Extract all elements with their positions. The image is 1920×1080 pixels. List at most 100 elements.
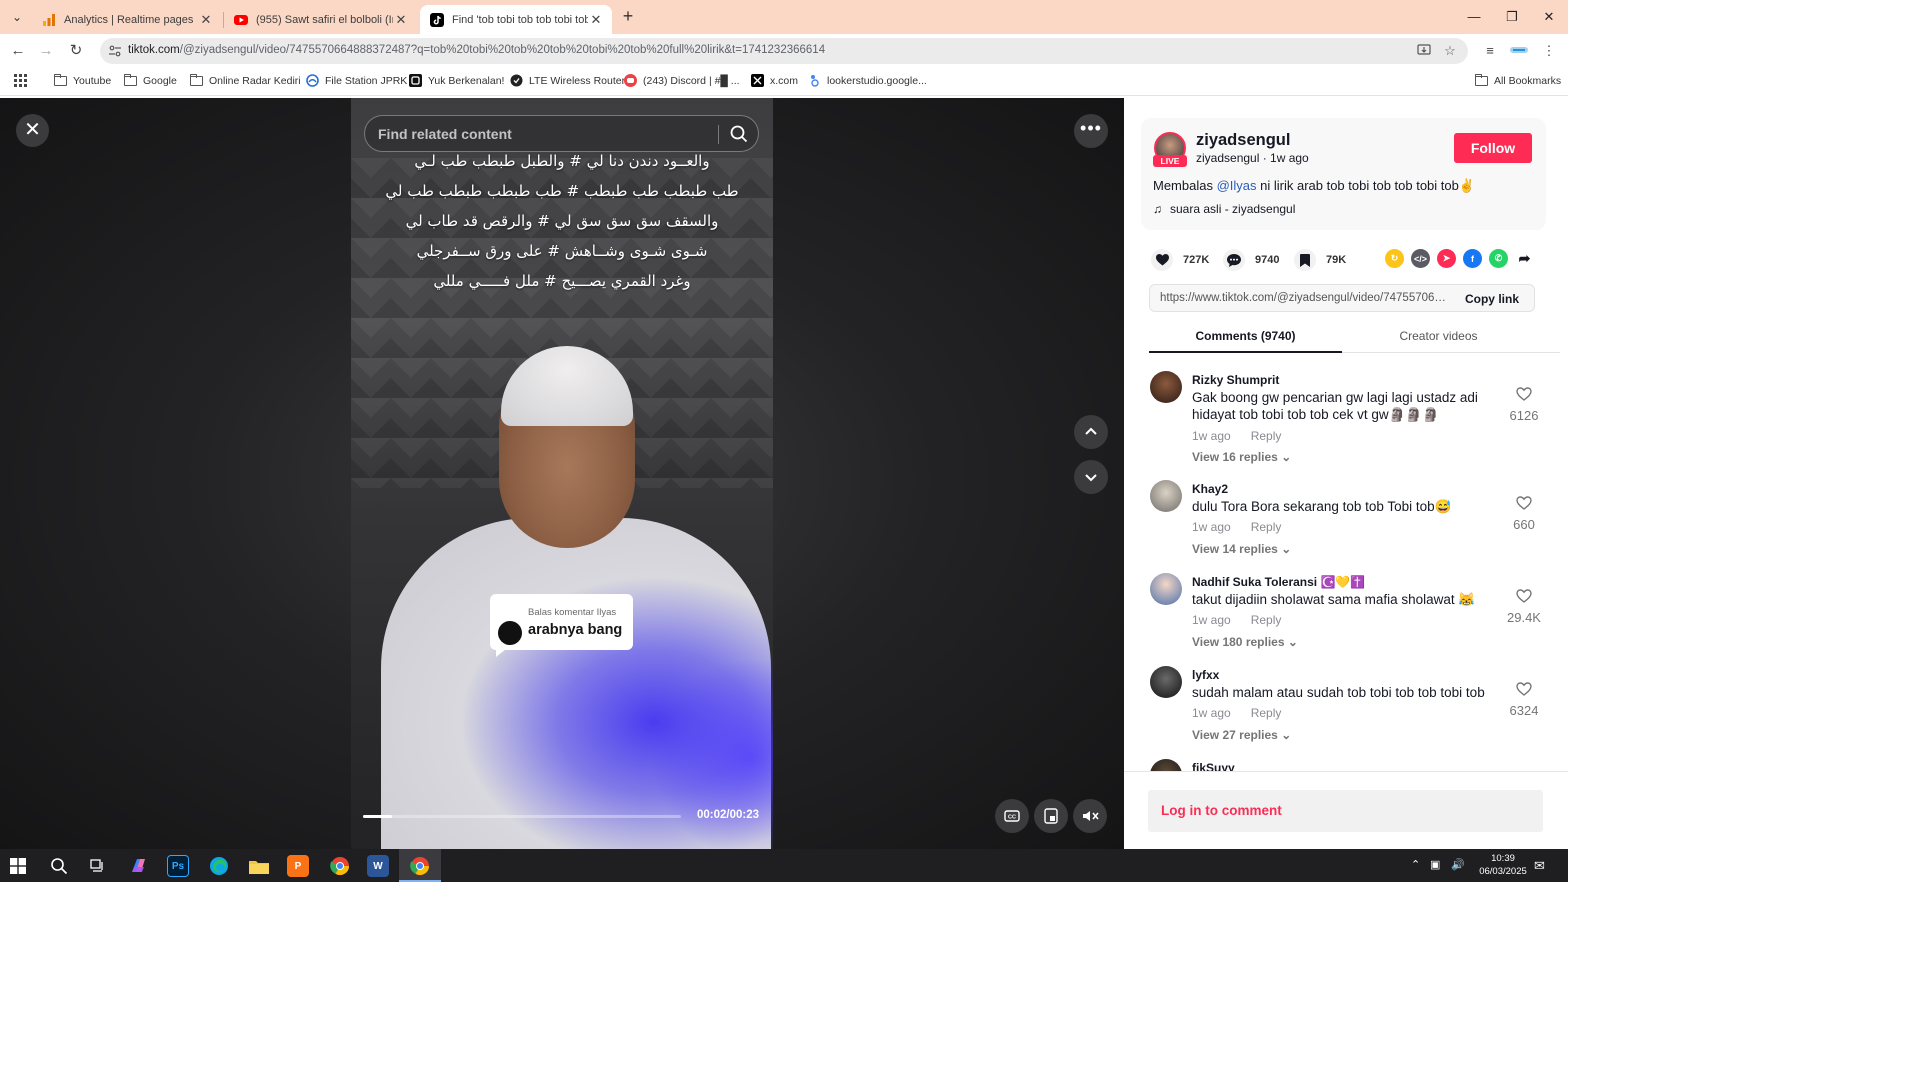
apps-grid-icon[interactable]	[14, 74, 27, 87]
commenter-avatar[interactable]	[1150, 480, 1182, 512]
window-close-button[interactable]: ✕	[1530, 6, 1568, 28]
bookmark-google[interactable]: Google	[124, 73, 177, 87]
view-replies-button[interactable]: View 180 replies ⌄	[1192, 635, 1298, 649]
photoshop-icon[interactable]: Ps	[167, 855, 189, 877]
more-options-button[interactable]: •••	[1074, 114, 1108, 148]
new-tab-button[interactable]: +	[618, 7, 638, 27]
view-replies-label: View 16 replies	[1192, 450, 1278, 464]
tab-creator-videos[interactable]: Creator videos	[1342, 329, 1535, 343]
captions-button[interactable]: CC	[995, 799, 1029, 833]
tray-chevron-up-icon[interactable]: ⌃	[1411, 858, 1420, 871]
comment-button[interactable]: 9740	[1223, 249, 1279, 271]
minimize-button[interactable]: —	[1455, 6, 1493, 28]
commenter-name[interactable]: fikSuyy	[1192, 761, 1235, 771]
chrome-icon[interactable]	[327, 853, 353, 879]
share-arrow-icon[interactable]: ➦	[1515, 249, 1534, 268]
commenter-avatar[interactable]	[1150, 573, 1182, 605]
profile-icon[interactable]	[1510, 42, 1528, 60]
chrome-menu-icon[interactable]: ⋮	[1540, 42, 1558, 60]
commenter-name[interactable]: lyfxx	[1192, 668, 1219, 682]
next-video-button[interactable]	[1074, 460, 1108, 494]
bookmark-lookerstudio[interactable]: lookerstudio.google...	[808, 74, 927, 87]
music-link[interactable]: ♫ suara asli - ziyadsengul	[1153, 202, 1295, 216]
search-icon[interactable]	[729, 124, 749, 144]
ppt-icon[interactable]: P	[287, 855, 309, 877]
file-explorer-icon[interactable]	[246, 853, 272, 879]
reply-button[interactable]: Reply	[1251, 429, 1282, 443]
word-icon[interactable]: W	[367, 855, 389, 877]
bookmark-discord[interactable]: (243) Discord | #█ ...	[624, 74, 740, 87]
copy-link-button[interactable]: Copy link	[1465, 292, 1519, 306]
reply-button[interactable]: Reply	[1251, 613, 1282, 627]
view-replies-button[interactable]: View 16 replies ⌄	[1192, 450, 1291, 464]
view-replies-button[interactable]: View 14 replies ⌄	[1192, 542, 1291, 556]
tab-youtube[interactable]: (955) Sawt safiri el bolboli (Insh ✕	[224, 5, 417, 34]
close-tab-icon[interactable]: ✕	[198, 12, 214, 28]
reply-button[interactable]: Reply	[1251, 520, 1282, 534]
network-icon[interactable]: ▣	[1430, 858, 1440, 871]
comment-item: Rizky Shumprit Gak boong gw pencarian gw…	[1124, 363, 1568, 472]
notifications-icon[interactable]: ✉	[1534, 858, 1545, 874]
comment-like-button[interactable]: 660	[1504, 496, 1544, 532]
author-username[interactable]: ziyadsengul	[1196, 131, 1290, 150]
tab-tiktok[interactable]: Find 'tob tobi tob tob tobi tob ✕	[420, 5, 612, 34]
caption-mention-link[interactable]: @Ilyas	[1217, 178, 1257, 193]
view-replies-button[interactable]: View 27 replies ⌄	[1192, 728, 1291, 742]
whatsapp-icon[interactable]: ✆	[1489, 249, 1508, 268]
address-bar[interactable]: tiktok.com/@ziyadsengul/video/7475570664…	[100, 38, 1468, 64]
commenter-name[interactable]: Khay2	[1192, 482, 1228, 496]
comment-like-button[interactable]: 6126	[1504, 387, 1544, 423]
bookmark-youtube[interactable]: Youtube	[54, 73, 111, 87]
bookmark-lte-router[interactable]: LTE Wireless Router	[510, 74, 625, 87]
favorite-button[interactable]: 79K	[1294, 249, 1346, 271]
forward-button[interactable]: →	[36, 41, 56, 61]
all-bookmarks-button[interactable]: All Bookmarks	[1475, 73, 1561, 87]
chrome-active-icon[interactable]	[407, 853, 433, 879]
tab-comments[interactable]: Comments (9740)	[1149, 329, 1342, 343]
commenter-name[interactable]: Nadhif Suka Toleransi ☪️💛✝️	[1192, 575, 1365, 589]
install-app-icon[interactable]	[1416, 43, 1432, 59]
reply-button[interactable]: Reply	[1251, 706, 1282, 720]
restore-button[interactable]: ❐	[1493, 6, 1531, 28]
bookmark-file-station[interactable]: File Station JPRK	[306, 74, 407, 87]
site-info-icon[interactable]	[108, 44, 122, 58]
task-view-icon[interactable]	[85, 853, 111, 879]
facebook-icon[interactable]: f	[1463, 249, 1482, 268]
back-button[interactable]: ←	[8, 41, 28, 61]
commenter-avatar[interactable]	[1150, 371, 1182, 403]
media-control-icon[interactable]: ≡	[1481, 42, 1499, 60]
mute-button[interactable]	[1073, 799, 1107, 833]
previous-video-button[interactable]	[1074, 415, 1108, 449]
system-clock[interactable]: 10:39 06/03/2025	[1470, 852, 1536, 878]
reload-button[interactable]: ↻	[66, 41, 86, 61]
floating-player-button[interactable]	[1034, 799, 1068, 833]
tab-search-dropdown[interactable]: ⌄	[6, 6, 28, 28]
copilot-icon[interactable]	[126, 853, 152, 879]
edge-icon[interactable]	[206, 853, 232, 879]
commenter-avatar[interactable]	[1150, 666, 1182, 698]
volume-icon[interactable]: 🔊	[1451, 858, 1465, 871]
send-to-friends-icon[interactable]: ➤	[1437, 249, 1456, 268]
commenter-name[interactable]: Rizky Shumprit	[1192, 373, 1279, 387]
bookmark-online-radar[interactable]: Online Radar Kediri	[190, 73, 301, 87]
comment-like-button[interactable]: 6324	[1504, 682, 1544, 718]
comment-like-button[interactable]: 29.4K	[1504, 589, 1544, 625]
bookmark-star-icon[interactable]: ☆	[1442, 43, 1458, 59]
follow-button[interactable]: Follow	[1454, 133, 1532, 163]
close-video-button[interactable]: ✕	[16, 114, 49, 147]
like-button[interactable]: 727K	[1151, 249, 1209, 271]
reply-avatar	[498, 621, 522, 645]
close-tab-icon[interactable]: ✕	[588, 12, 604, 28]
start-icon[interactable]	[5, 853, 31, 879]
video-progress-bar[interactable]	[363, 815, 681, 818]
login-to-comment-button[interactable]: Log in to comment	[1148, 790, 1543, 832]
repost-icon[interactable]: ↻	[1385, 249, 1404, 268]
close-tab-icon[interactable]: ✕	[393, 12, 409, 28]
video-player[interactable]: Find related content والعــود دندن دنا ل…	[351, 98, 773, 849]
bookmark-yuk-berkenalan[interactable]: Yuk Berkenalan!	[409, 74, 504, 87]
tab-analytics[interactable]: Analytics | Realtime pages ✕	[32, 5, 222, 34]
bookmark-x[interactable]: x.com	[751, 74, 798, 87]
search-icon[interactable]	[46, 853, 72, 879]
commenter-avatar[interactable]	[1150, 759, 1182, 771]
embed-code-icon[interactable]: </>	[1411, 249, 1430, 268]
